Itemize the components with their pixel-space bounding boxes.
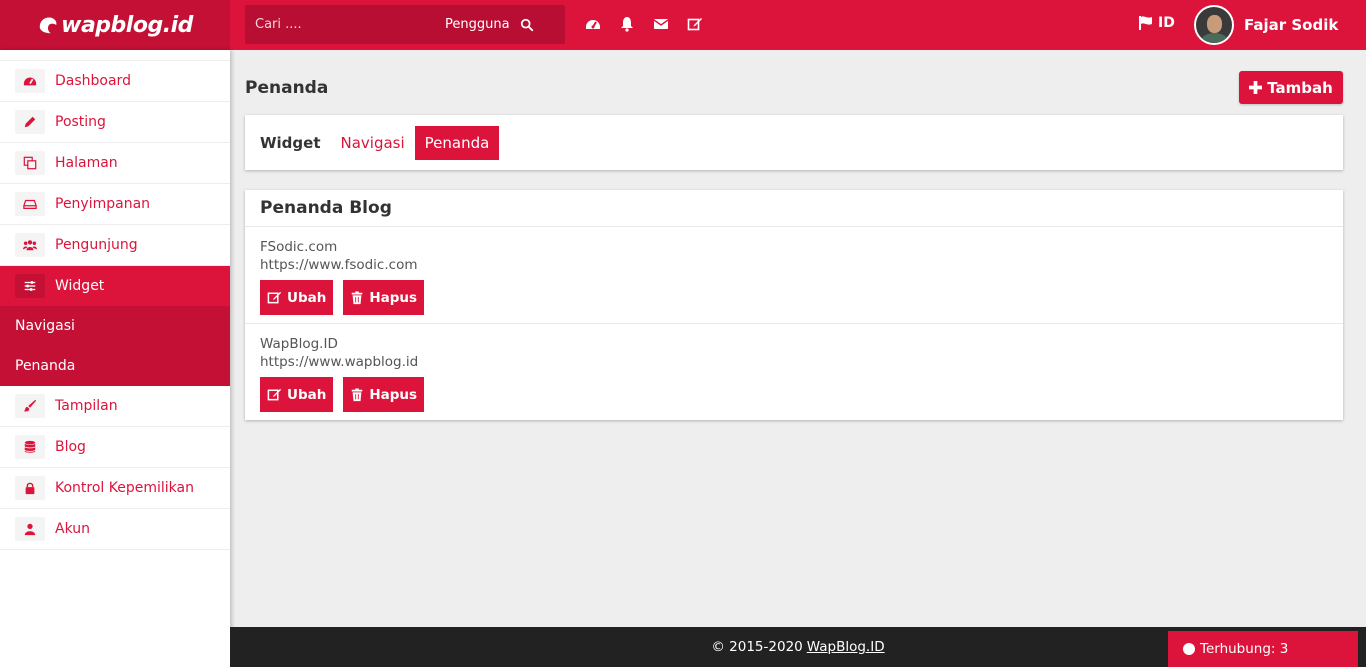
status-dot-icon	[1183, 643, 1195, 655]
sidebar-item-widget[interactable]: Widget	[0, 266, 230, 306]
delete-button-label: Hapus	[369, 386, 418, 403]
sidebar-item-label: Penyimpanan	[55, 196, 151, 212]
user-name[interactable]: Fajar Sodik	[1244, 16, 1338, 34]
delete-button[interactable]: Hapus	[343, 280, 425, 315]
bird-logo-icon	[39, 17, 57, 34]
add-button[interactable]: Tambah	[1239, 71, 1343, 104]
sidebar-item-label: Tampilan	[55, 398, 118, 414]
edit-icon	[267, 388, 282, 401]
list-item: FSodic.com https://www.fsodic.com Ubah H…	[245, 227, 1343, 324]
footer-link[interactable]: WapBlog.ID	[807, 639, 885, 655]
logo-text: wapblog.id	[61, 12, 193, 38]
edit-icon	[267, 291, 282, 304]
search-input[interactable]	[245, 17, 435, 32]
logo-area[interactable]: wapblog.id	[0, 0, 230, 50]
flag-icon	[1139, 16, 1152, 30]
edit-button[interactable]: Ubah	[260, 377, 334, 412]
tab-widget[interactable]: Widget	[260, 126, 331, 160]
language-switcher[interactable]: ID	[1138, 15, 1175, 31]
delete-button[interactable]: Hapus	[343, 377, 425, 412]
sidebar-item-blog[interactable]: Blog	[0, 427, 230, 468]
sidebar-item-dashboard[interactable]: Dashboard	[0, 61, 230, 102]
user-menu[interactable]: Fajar Sodik	[1194, 5, 1338, 45]
delete-button-label: Hapus	[369, 289, 418, 306]
dashboard-icon	[15, 69, 45, 93]
bookmark-actions: Ubah Hapus	[260, 377, 1328, 412]
sidebar-item-label: Dashboard	[55, 73, 131, 89]
pencil-icon	[15, 110, 45, 134]
top-bar: wapblog.id Pengguna ID Fajar	[0, 0, 1366, 50]
trash-icon	[352, 290, 363, 304]
list-title: Penanda Blog	[245, 190, 1343, 227]
edit-button-label: Ubah	[287, 289, 327, 306]
sidebar-subitem-navigasi[interactable]: Navigasi	[0, 306, 230, 346]
bell-icon[interactable]	[619, 16, 635, 32]
lock-icon	[15, 476, 45, 500]
sidebar-item-label: Posting	[55, 114, 106, 130]
edit-icon[interactable]	[687, 16, 703, 32]
sidebar-subitem-label: Penanda	[15, 358, 76, 374]
top-icons	[585, 16, 703, 32]
footer-copyright: © 2015-2020	[711, 639, 803, 655]
page-title: Penanda	[245, 78, 329, 98]
status-label: Terhubung: 3	[1200, 641, 1289, 657]
sidebar-subitem-label: Navigasi	[15, 318, 75, 334]
copy-icon	[15, 151, 45, 175]
sidebar-item-penyimpanan[interactable]: Penyimpanan	[0, 184, 230, 225]
envelope-icon[interactable]	[653, 16, 669, 32]
user-icon	[15, 517, 45, 541]
search-icon[interactable]	[520, 18, 534, 32]
widget-tabs: Widget Navigasi Penanda	[245, 115, 1343, 170]
add-button-label: Tambah	[1267, 78, 1333, 97]
sidebar: Dashboard Posting Halaman Penyimpanan Pe…	[0, 50, 230, 667]
sidebar-item-label: Akun	[55, 521, 90, 537]
tab-penanda[interactable]: Penanda	[414, 125, 500, 160]
sidebar-item-akun[interactable]: Akun	[0, 509, 230, 550]
bookmark-url: https://www.fsodic.com	[260, 257, 418, 273]
trash-icon	[352, 387, 363, 401]
sidebar-item-pengunjung[interactable]: Pengunjung	[0, 225, 230, 266]
edit-button[interactable]: Ubah	[260, 280, 334, 315]
sidebar-subitem-penanda[interactable]: Penanda	[0, 346, 230, 386]
bookmark-list-card: Penanda Blog FSodic.com https://www.fsod…	[245, 190, 1343, 420]
search-box: Pengguna	[245, 5, 565, 44]
plus-icon	[1249, 81, 1263, 94]
tab-navigasi[interactable]: Navigasi	[331, 126, 415, 160]
sidebar-item-kontrol-kepemilikan[interactable]: Kontrol Kepemilikan	[0, 468, 230, 509]
list-item: WapBlog.ID https://www.wapblog.id Ubah H…	[245, 324, 1343, 421]
avatar[interactable]	[1194, 5, 1234, 45]
sidebar-item-posting[interactable]: Posting	[0, 102, 230, 143]
bookmark-name: WapBlog.ID	[260, 336, 338, 352]
sidebar-item-label: Kontrol Kepemilikan	[55, 480, 194, 496]
search-scope[interactable]: Pengguna	[445, 17, 510, 32]
users-icon	[15, 233, 45, 257]
connection-status[interactable]: Terhubung: 3	[1168, 631, 1358, 667]
sliders-icon	[15, 274, 45, 298]
sidebar-item-label: Pengunjung	[55, 237, 138, 253]
brush-icon	[15, 394, 45, 418]
language-label: ID	[1158, 15, 1175, 31]
sidebar-item-halaman[interactable]: Halaman	[0, 143, 230, 184]
database-icon	[15, 435, 45, 459]
bookmark-name: FSodic.com	[260, 239, 338, 255]
sidebar-item-label: Halaman	[55, 155, 118, 171]
sidebar-item-label: Widget	[55, 278, 105, 294]
bookmark-url: https://www.wapblog.id	[260, 354, 419, 370]
drive-icon	[15, 192, 45, 216]
logo[interactable]: wapblog.id	[37, 13, 193, 38]
bookmark-actions: Ubah Hapus	[260, 280, 1328, 315]
dashboard-icon[interactable]	[585, 16, 601, 32]
edit-button-label: Ubah	[287, 386, 327, 403]
sidebar-item-tampilan[interactable]: Tampilan	[0, 386, 230, 427]
sidebar-item-label: Blog	[55, 439, 86, 455]
